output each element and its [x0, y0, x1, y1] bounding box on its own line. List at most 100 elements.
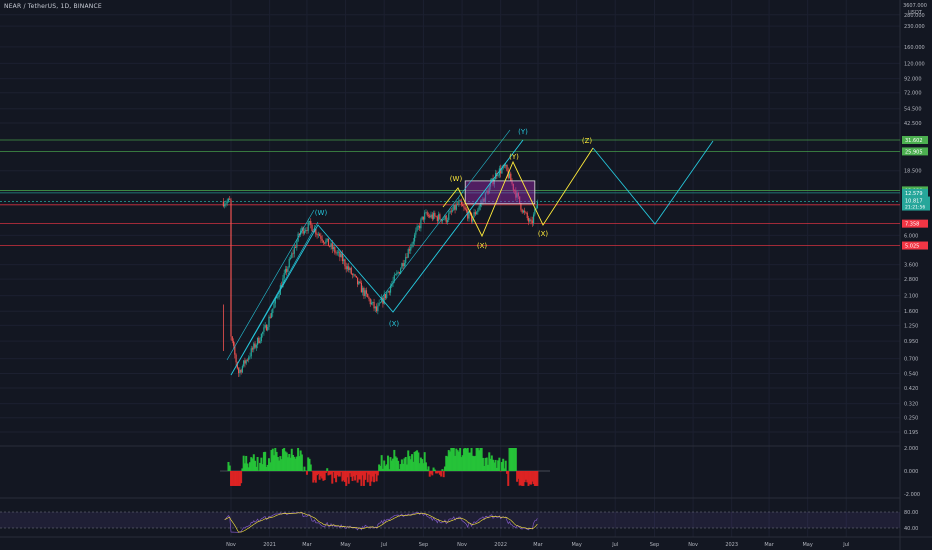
oscillator-bar	[309, 464, 312, 471]
wave-label: (Y)	[518, 128, 528, 136]
candle-body	[531, 220, 533, 224]
time-tick-label: Sep	[419, 542, 428, 548]
oscillator-bar	[228, 465, 231, 471]
candle-body	[258, 337, 260, 344]
candle-body	[368, 297, 370, 300]
candle-body	[403, 262, 406, 267]
candle-body	[401, 263, 403, 269]
candle-body	[416, 226, 418, 231]
candle-body	[521, 209, 523, 213]
candle-body	[243, 360, 245, 367]
price-tick-label: 18.500	[904, 169, 922, 175]
candle-body	[341, 253, 344, 262]
rsi-band	[0, 512, 900, 528]
candle-body	[457, 204, 459, 206]
candle-body	[412, 241, 414, 244]
candle-body	[273, 303, 275, 309]
candle-body	[532, 214, 535, 224]
candle-body	[453, 204, 455, 211]
candle-body	[422, 216, 425, 220]
candle-body	[527, 218, 530, 222]
wave-line-cyan[interactable]	[230, 139, 524, 376]
price-level-badge-text: 12.579	[905, 191, 923, 197]
candle-body	[331, 243, 333, 250]
oscillator-bar	[300, 454, 303, 471]
oscillator-bar	[441, 469, 444, 471]
wave-label: (W)	[450, 175, 463, 183]
candle-body	[397, 272, 399, 273]
price-tick-label: 0.320	[904, 402, 918, 408]
candle-body	[255, 344, 257, 348]
time-tick-label: 2021	[263, 542, 276, 548]
price-tick-label: 280.000	[904, 13, 925, 19]
chart-canvas[interactable]: (W)(X)(Y)(W)(X)(Y)(X)(Z)3607.000USDT280.…	[0, 0, 932, 550]
candle-body	[429, 215, 431, 218]
oscillator-bar	[326, 468, 329, 471]
candle-body	[389, 286, 392, 293]
candle-body	[435, 216, 437, 217]
candle-body	[407, 249, 409, 258]
candle-body	[321, 238, 323, 241]
candle-body	[265, 325, 268, 331]
candle-body	[334, 247, 336, 253]
price-tick-label: 1.250	[904, 323, 918, 329]
candle-body	[344, 259, 346, 267]
candle-body	[346, 266, 349, 270]
candle-body	[241, 366, 243, 373]
candle-body	[375, 306, 378, 312]
candle-body	[505, 164, 507, 167]
candle-body	[330, 243, 332, 247]
candle-body	[291, 253, 293, 258]
candle-body	[332, 247, 335, 250]
candle-body	[360, 282, 362, 293]
candle-body	[434, 212, 436, 217]
candle-body	[508, 173, 511, 179]
candle-body	[268, 316, 270, 328]
candle-body	[307, 222, 309, 231]
candle-body	[263, 327, 265, 333]
candle-body	[410, 247, 412, 251]
candle-body	[284, 268, 287, 274]
candle-body	[386, 292, 388, 299]
candle-body	[445, 215, 447, 223]
time-tick-label: May	[571, 542, 581, 548]
candle-body	[426, 212, 428, 216]
candle-body	[394, 274, 397, 276]
candle-body	[245, 359, 247, 364]
price-tick-label: 120.000	[904, 61, 925, 67]
candle-body	[369, 299, 371, 305]
price-tick-label: 6.000	[904, 233, 918, 239]
price-level-badge-text: 7.358	[905, 222, 919, 228]
projection-line-cyan[interactable]	[592, 140, 714, 225]
rsi-tick-label: 40.00	[904, 526, 918, 532]
time-tick-label: May	[802, 542, 812, 548]
candle-body	[465, 209, 468, 212]
time-tick-label: May	[340, 542, 350, 548]
channel-line-cyan[interactable]	[392, 139, 524, 313]
time-tick-label: Mar	[764, 542, 774, 548]
candle-body	[358, 281, 360, 285]
candle-body	[365, 290, 368, 294]
candle-body	[272, 308, 274, 314]
price-tick-label: 0.195	[904, 430, 918, 436]
candle-body	[377, 305, 379, 312]
candle-body	[506, 164, 508, 171]
channel-line-cyan[interactable]	[226, 209, 315, 361]
candle-body	[373, 301, 375, 309]
candle-body	[224, 204, 226, 207]
candle-body	[497, 175, 499, 177]
channel-line-cyan[interactable]	[230, 221, 319, 376]
candle-body	[264, 325, 266, 328]
time-tick-label: Mar	[302, 542, 312, 548]
candle-body	[425, 212, 427, 214]
candle-body	[329, 246, 331, 247]
candle-body	[222, 201, 225, 207]
candle-body	[254, 343, 256, 348]
oscillator-bar	[427, 466, 430, 471]
oscillator-bar	[498, 457, 501, 471]
candle-body	[339, 251, 341, 258]
candle-body	[413, 234, 416, 242]
candle-body	[248, 357, 250, 360]
price-tick-label: 0.950	[904, 339, 918, 345]
candle-body	[253, 343, 255, 350]
